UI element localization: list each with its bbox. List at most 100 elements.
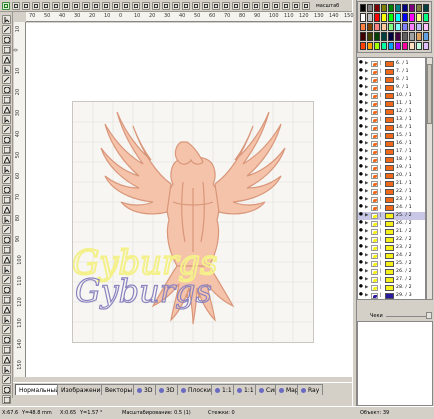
artwork-text-purple[interactable]: Gyburgs (74, 271, 212, 310)
color-swatch[interactable] (395, 32, 401, 41)
lock-icon[interactable]: ǀ (380, 293, 381, 298)
color-swatch[interactable] (402, 13, 408, 22)
object-color-swatch[interactable] (385, 293, 394, 299)
fill-tool-button[interactable] (2, 105, 11, 114)
object-list-row[interactable]: ● ▶ ǀ 24. / 2 (358, 252, 425, 260)
save-button[interactable] (22, 2, 30, 10)
lock-icon[interactable]: ǀ (380, 277, 381, 282)
lock-icon[interactable]: ǀ (380, 261, 381, 266)
lock-icon[interactable]: ǀ (380, 221, 381, 226)
expand-arrow-icon[interactable]: ▶ (365, 125, 369, 130)
lock-icon[interactable]: ǀ (380, 285, 381, 290)
expand-arrow-icon[interactable]: ▶ (365, 277, 369, 282)
grid-button[interactable] (272, 2, 280, 10)
visibility-eye-icon[interactable]: ● (359, 236, 363, 241)
transparency-tool-button[interactable] (2, 215, 11, 224)
lock-icon[interactable]: ǀ (380, 85, 381, 90)
object-color-swatch[interactable] (385, 117, 394, 123)
ungroup-button[interactable] (172, 2, 180, 10)
weld-button[interactable] (182, 2, 190, 10)
envelope-tool-button[interactable] (2, 185, 11, 194)
object-color-swatch[interactable] (385, 245, 394, 251)
expand-arrow-icon[interactable]: ▶ (365, 77, 369, 82)
object-list-row[interactable]: ● ▶ ǀ 29. / 3 (358, 292, 425, 299)
color-swatch[interactable] (402, 22, 408, 32)
view-tab[interactable]: 3D (155, 384, 179, 395)
visibility-eye-icon[interactable]: ● (359, 100, 363, 105)
object-color-swatch[interactable] (385, 237, 394, 243)
mirror-tool-button[interactable] (2, 225, 11, 234)
lock-icon[interactable]: ǀ (380, 269, 381, 274)
color-swatch[interactable] (409, 32, 415, 41)
object-color-swatch[interactable] (385, 205, 394, 211)
open-button[interactable] (12, 2, 20, 10)
color-swatch[interactable] (409, 4, 415, 13)
color-swatch[interactable] (423, 22, 429, 32)
expand-arrow-icon[interactable]: ▶ (365, 229, 369, 234)
object-color-swatch[interactable] (385, 189, 394, 195)
group-button[interactable] (162, 2, 170, 10)
color-swatch[interactable] (381, 41, 387, 50)
offset-tool-button[interactable] (2, 275, 11, 284)
object-color-swatch[interactable] (385, 269, 394, 275)
object-color-swatch[interactable] (385, 141, 394, 147)
fill-button[interactable] (222, 2, 230, 10)
expand-arrow-icon[interactable]: ▶ (365, 85, 369, 90)
color-swatch[interactable] (381, 22, 387, 32)
object-list-row[interactable]: ● ▶ ǀ 23. / 2 (358, 244, 425, 252)
visibility-eye-icon[interactable]: ● (359, 140, 363, 145)
visibility-eye-icon[interactable]: ● (359, 284, 363, 289)
object-list-row[interactable]: ● ▶ ǀ 24. / 1 (358, 204, 425, 212)
shape-button[interactable] (252, 2, 260, 10)
paste-button[interactable] (62, 2, 70, 10)
object-color-swatch[interactable] (385, 253, 394, 259)
color-swatch[interactable] (381, 13, 387, 22)
object-list-row[interactable]: ● ▶ ǀ 11. / 1 (358, 100, 425, 108)
expand-arrow-icon[interactable]: ▶ (365, 269, 369, 274)
lock-icon[interactable]: ǀ (380, 205, 381, 210)
select-tool-button[interactable] (2, 15, 11, 24)
lock-icon[interactable]: ǀ (380, 197, 381, 202)
rect-tool-button[interactable] (2, 55, 11, 64)
lock-icon[interactable]: ǀ (380, 165, 381, 170)
color-swatch[interactable] (360, 32, 366, 41)
measure-tool-button[interactable] (2, 145, 11, 154)
color-swatch[interactable] (388, 4, 394, 13)
pan-tool-button[interactable] (2, 45, 11, 54)
color-swatch[interactable] (395, 22, 401, 32)
lock-icon[interactable]: ǀ (380, 141, 381, 146)
color-swatch[interactable] (360, 22, 366, 32)
snap-button[interactable] (282, 2, 290, 10)
object-list-row[interactable]: ● ▶ ǀ 19. / 1 (358, 164, 425, 172)
color-swatch[interactable] (360, 41, 366, 50)
object-color-swatch[interactable] (385, 165, 394, 171)
color-swatch[interactable] (360, 4, 366, 13)
node-button[interactable] (102, 2, 110, 10)
color-swatch[interactable] (374, 32, 380, 41)
expand-arrow-icon[interactable]: ▶ (365, 181, 369, 186)
color-swatch[interactable] (374, 4, 380, 13)
design-canvas[interactable]: Gyburgs Gyburgs (26, 23, 352, 377)
object-list-row[interactable]: ● ▶ ǀ 26. / 2 (358, 220, 425, 228)
rotate-button[interactable] (132, 2, 140, 10)
visibility-eye-icon[interactable]: ● (359, 92, 363, 97)
blend-tool-button[interactable] (2, 195, 11, 204)
satin-tool-button[interactable] (2, 305, 11, 314)
lock-icon[interactable]: ǀ (380, 117, 381, 122)
expand-arrow-icon[interactable]: ▶ (365, 149, 369, 154)
contour-button[interactable] (212, 2, 220, 10)
object-color-swatch[interactable] (385, 229, 394, 235)
color-swatch[interactable] (381, 32, 387, 41)
visibility-eye-icon[interactable]: ● (359, 84, 363, 89)
color-swatch[interactable] (367, 4, 373, 13)
object-color-swatch[interactable] (385, 173, 394, 179)
object-list-row[interactable]: ● ▶ ǀ 25. / 2 (358, 212, 425, 220)
extrude-tool-button[interactable] (2, 205, 11, 214)
rotate-tool-button[interactable] (2, 235, 11, 244)
view-tab[interactable]: Векторы (101, 384, 137, 395)
object-list-scrollbar[interactable] (426, 57, 433, 300)
lettering-tool-button[interactable] (2, 345, 11, 354)
visibility-eye-icon[interactable]: ● (359, 188, 363, 193)
curve-tool-button[interactable] (2, 85, 11, 94)
visibility-eye-icon[interactable]: ● (359, 76, 363, 81)
